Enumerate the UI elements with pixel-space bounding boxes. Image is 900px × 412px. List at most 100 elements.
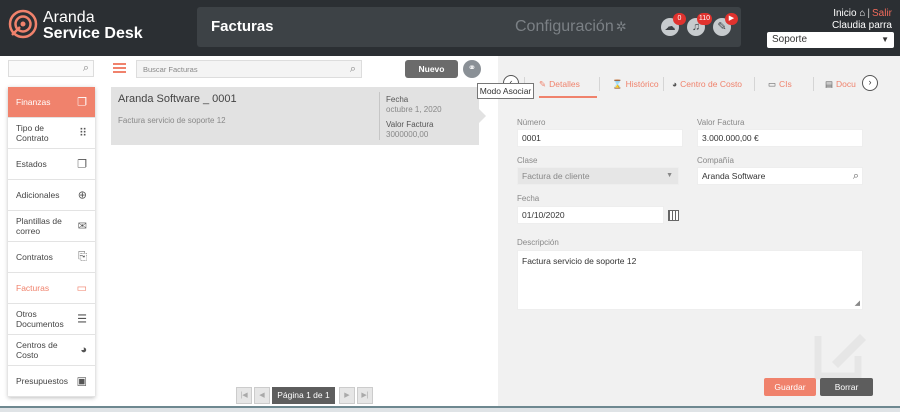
nav-item-plantillas[interactable]: Plantillas de correo ✉ [8,211,95,242]
tab-label: CIs [779,79,792,89]
valor-field[interactable]: 3.000.000,00 € [697,129,863,147]
pie-icon: ◕ [80,344,87,356]
configuration-link[interactable]: Configuración ✲ [515,18,627,36]
nav-item-label: Finanzas [16,97,51,107]
alerts-button[interactable]: ♫ 110 [687,13,712,36]
new-button[interactable]: Nuevo [405,60,458,78]
compania-value: Aranda Software [702,171,766,181]
descripcion-label: Descripción [517,238,559,247]
descripcion-value: Factura servicio de soporte 12 [522,256,637,266]
nav-search-input[interactable]: ⌕ [8,60,94,77]
prev-page-button[interactable]: ◀ [254,387,270,404]
user-name: Claudia parra [831,20,892,31]
configuration-label: Configuración [515,18,614,35]
invoice-card-date: octubre 1, 2020 [386,105,442,114]
hourglass-icon: ⌛ [612,79,623,89]
project-select-value: Soporte [772,34,808,45]
pie-chart-icon: ◕ [672,79,678,89]
nav-item-label: Plantillas de correo [16,216,62,236]
calendar-icon[interactable] [668,210,679,221]
nav-item-label: Centros de Costo [16,340,58,360]
search-icon[interactable]: ⌕ [853,168,859,184]
numero-field[interactable]: 0001 [517,129,683,147]
wrench-icon: ✎ [717,21,727,33]
detail-tabs: ‹ ✎ Detalles ⌛ Histórico ◕ Centro de Costo … [498,74,900,98]
tab-label: Docu [836,79,856,89]
hamburger-menu-icon[interactable] [113,63,126,73]
invoice-card-value-label: Valor Factura [386,120,434,129]
chevron-right-icon: › [868,77,872,87]
aranda-logo-icon [8,9,38,39]
first-page-button[interactable]: |◀ [236,387,252,404]
tab-documentos[interactable]: ▤ Docu [825,74,857,98]
save-button[interactable]: Guardar [764,378,816,396]
associate-mode-button[interactable]: ⚭ [463,60,481,78]
nav-item-label: Otros Documentos [16,309,64,329]
copy-outline-icon: ❐ [77,158,87,171]
tab-centro-costo[interactable]: ◕ Centro de Costo [672,74,742,98]
fecha-label: Fecha [517,194,540,203]
brand-product: Service Desk [43,25,143,42]
logout-link[interactable]: Salir [872,8,892,19]
money-icon: ▣ [76,375,87,388]
plus-circle-icon: ⊕ [77,189,87,202]
tools-button[interactable]: ✎ ▶ [713,13,738,36]
invoice-card[interactable]: Aranda Software _ 0001 Factura servicio … [111,87,479,145]
nav-item-centros-costo[interactable]: Centros de Costo ◕ [8,335,95,366]
nav-item-otros-documentos[interactable]: Otros Documentos ☰ [8,304,95,335]
nav-item-contratos[interactable]: Contratos ⎘ [8,242,95,273]
clase-select[interactable]: Factura de cliente ▼ [517,167,679,185]
edit-watermark-icon [814,334,866,380]
next-page-button[interactable]: ▶ [339,387,355,404]
invoice-card-date-label: Fecha [386,95,409,104]
cloud-badge: 0 [673,13,686,25]
nav-item-label: Estados [16,159,47,169]
card-selection-arrow [479,109,486,123]
nav-item-estados[interactable]: Estados ❐ [8,149,95,180]
compania-field[interactable]: Aranda Software ⌕ [697,167,863,185]
tab-label: Detalles [549,79,580,89]
top-header: Aranda Service Desk Facturas Configuraci… [0,0,900,56]
tab-detalles[interactable]: ✎ Detalles [539,74,597,98]
user-links: Inicio ⌂ | Salir [833,8,892,19]
nav-item-adicionales[interactable]: Adicionales ⊕ [8,180,95,211]
descripcion-textarea[interactable]: Factura servicio de soporte 12 ◢ [517,250,863,310]
nav-item-presupuestos[interactable]: Presupuestos ▣ [8,366,95,397]
cloud-notifications-button[interactable]: ☁ 0 [661,13,686,36]
invoice-card-description: Factura servicio de soporte 12 [118,116,226,125]
nav-item-facturas[interactable]: Facturas ▭ [8,273,95,304]
clase-label: Clase [517,156,538,165]
card-divider [379,92,380,140]
nav-item-finanzas[interactable]: Finanzas ❐ [8,87,95,118]
invoice-search-input[interactable]: Buscar Facturas ⌕ [136,60,362,78]
tab-label: Centro de Costo [680,79,743,89]
page-title: Facturas [211,18,274,35]
home-icon: ⌂ [859,8,866,19]
document-icon: ▤ [825,79,834,89]
resize-grip-icon[interactable]: ◢ [855,299,860,307]
caret-down-icon: ▼ [881,35,889,44]
tab-cis[interactable]: ▭ CIs [768,74,792,98]
delete-button[interactable]: Borrar [820,378,873,396]
search-placeholder: Buscar Facturas [143,65,198,74]
inicio-link[interactable]: Inicio [833,8,856,19]
nav-item-label: Presupuestos [16,376,68,386]
compania-label: Compañía [697,156,734,165]
fecha-field[interactable]: 01/10/2020 [517,206,664,224]
associate-tooltip: Modo Asociar [477,83,534,99]
edit-icon: ✎ [539,79,547,89]
nav-item-label: Facturas [16,283,50,293]
tabs-next-button[interactable]: › [862,75,878,91]
numero-label: Número [517,118,546,127]
valor-label: Valor Factura [697,118,745,127]
tab-historico[interactable]: ⌛ Histórico [612,74,659,98]
grid-icon: ⠿ [78,127,87,140]
nav-item-tipo-contrato[interactable]: Tipo de Contrato ⠿ [8,118,95,149]
project-select[interactable]: Soporte ▼ [767,32,894,48]
nav-item-label: Adicionales [16,190,60,200]
monitor-icon: ▭ [768,79,777,89]
last-page-button[interactable]: ▶| [357,387,373,404]
search-icon: ⌕ [349,63,356,75]
copy-icon: ❐ [77,96,87,109]
side-nav: Finanzas ❐ Tipo de Contrato ⠿ Estados ❐ … [8,87,95,397]
